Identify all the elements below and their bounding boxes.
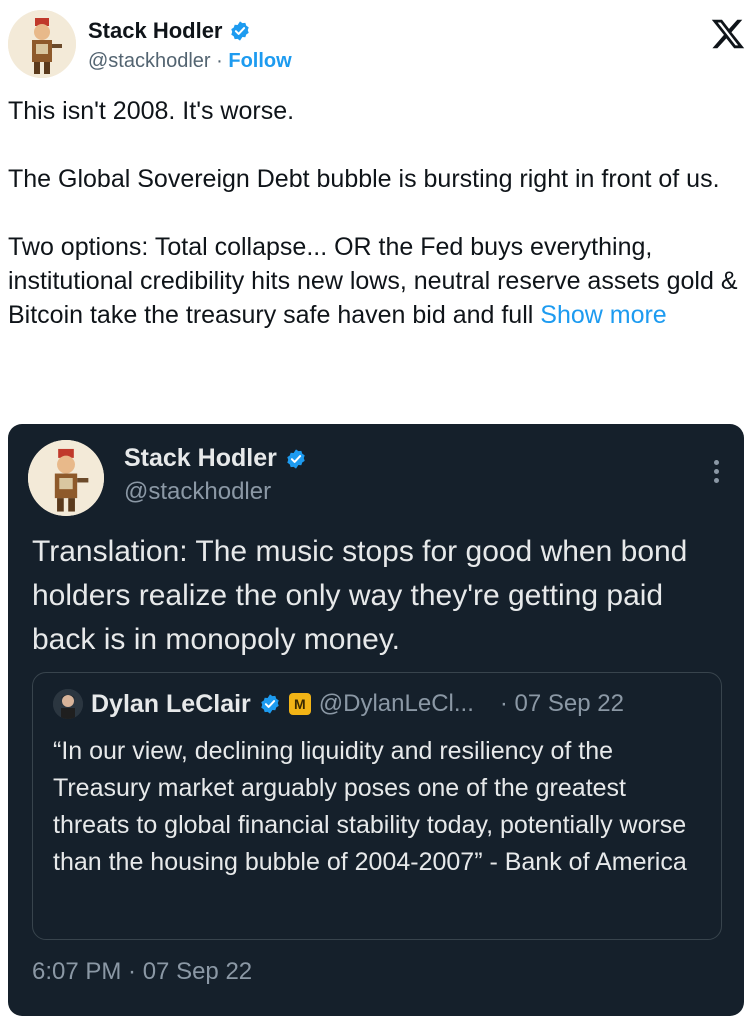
quoted-tweet-timestamp[interactable]: 6:07 PM · 07 Sep 22 <box>32 958 252 986</box>
quoted-author-name[interactable]: Stack Hodler <box>124 444 307 473</box>
tweet-body: This isn't 2008. It's worse. The Global … <box>8 94 748 332</box>
quoted-author-avatar[interactable] <box>28 440 104 516</box>
quoted-tweet-card[interactable]: Stack Hodler @stackhodler Translation: T… <box>8 424 744 1016</box>
nested-quote-date: · 07 Sep 22 <box>499 690 624 717</box>
x-logo-icon[interactable] <box>710 16 746 52</box>
show-more-link[interactable]: Show more <box>540 301 666 329</box>
quoted-author-name-text[interactable]: Stack Hodler <box>124 444 277 473</box>
verified-badge-icon <box>287 448 305 469</box>
author-name-text[interactable]: Stack Hodler <box>88 18 223 44</box>
author-handle[interactable]: @stackhodler <box>88 50 211 72</box>
verified-badge-icon <box>261 694 279 714</box>
follow-button[interactable]: Follow <box>228 50 291 72</box>
tweet-body-text: This isn't 2008. It's worse. The Global … <box>8 97 738 329</box>
quoted-author-handle[interactable]: @stackhodler <box>124 478 271 506</box>
affiliate-badge-icon: M <box>288 693 311 715</box>
nested-quote-card[interactable]: Dylan LeClair M @DylanLeCl... · 07 Sep 2… <box>32 672 722 940</box>
tweet-header: Stack Hodler @stackhodler · Follow <box>8 8 748 84</box>
nested-author-name[interactable]: Dylan LeClair <box>91 690 251 719</box>
author-avatar[interactable] <box>8 10 76 78</box>
nested-author-avatar[interactable] <box>53 689 83 719</box>
verified-badge-icon <box>230 21 249 41</box>
quoted-tweet-text: Translation: The music stops for good wh… <box>32 535 688 656</box>
handle-separator: · <box>210 50 229 72</box>
nested-author-handle[interactable]: @DylanLeCl... <box>319 690 474 718</box>
nested-quote-header: Dylan LeClair M @DylanLeCl... · 07 Sep 2… <box>53 689 624 719</box>
nested-quote-text: “In our view, declining liquidity and re… <box>53 737 687 876</box>
author-name[interactable]: Stack Hodler <box>88 18 251 44</box>
more-options-icon[interactable] <box>712 460 720 486</box>
author-subline: @stackhodler · Follow <box>88 50 292 73</box>
